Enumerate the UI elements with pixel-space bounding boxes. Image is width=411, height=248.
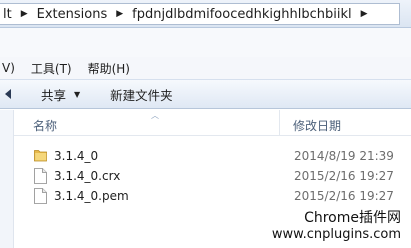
menu-tools[interactable]: 工具(T) <box>23 60 80 77</box>
breadcrumb[interactable]: lt ▶ Extensions ▶ fpdnjdlbdmifoocedhkigh… <box>0 3 400 25</box>
menu-help[interactable]: 帮助(H) <box>80 60 138 77</box>
list-item[interactable]: 3.1.4_0 2014/8/19 21:39 <box>14 146 411 166</box>
address-bar: lt ▶ Extensions ▶ fpdnjdlbdmifoocedhkigh… <box>0 0 411 28</box>
file-list: ︿ 名称 修改日期 3.1.4_0 2014/8/19 21:39 3.1.4_… <box>0 110 411 248</box>
share-label: 共享 <box>41 87 67 103</box>
folder-icon <box>34 148 47 165</box>
file-date-modified: 2014/8/19 21:39 <box>294 149 394 163</box>
column-header-name[interactable]: 名称 <box>33 117 57 134</box>
breadcrumb-item-current[interactable]: fpdnjdlbdmifoocedhkighhlbchbiikl <box>129 7 354 22</box>
file-date-modified: 2015/2/16 19:27 <box>294 189 394 203</box>
menu-view[interactable]: V) <box>0 61 23 75</box>
overflow-arrow-icon[interactable] <box>5 89 11 99</box>
file-date-modified: 2015/2/16 19:27 <box>294 169 394 183</box>
toolbar-gap <box>0 28 411 57</box>
column-divider[interactable] <box>279 110 280 136</box>
column-header-date-modified[interactable]: 修改日期 <box>293 117 341 134</box>
breadcrumb-separator-icon[interactable]: ▶ <box>355 9 374 19</box>
breadcrumb-separator-icon[interactable]: ▶ <box>110 9 129 19</box>
breadcrumb-item-parent[interactable]: lt <box>0 7 15 22</box>
new-folder-label: 新建文件夹 <box>110 87 173 103</box>
share-button[interactable]: 共享 ▼ <box>35 85 86 104</box>
navigation-pane-edge[interactable] <box>0 110 14 248</box>
watermark: Chrome插件网 www.cnplugins.com <box>272 207 401 242</box>
file-name: 3.1.4_0 <box>54 149 99 163</box>
file-icon <box>34 168 47 187</box>
watermark-url: www.cnplugins.com <box>271 227 401 242</box>
menu-bar: V) 工具(T) 帮助(H) <box>0 57 411 79</box>
watermark-title: Chrome插件网 <box>304 210 401 226</box>
file-name: 3.1.4_0.crx <box>54 169 121 183</box>
list-item[interactable]: 3.1.4_0.crx 2015/2/16 19:27 <box>14 166 411 186</box>
breadcrumb-separator-icon[interactable]: ▶ <box>15 9 34 19</box>
sort-up-icon: ︿ <box>151 111 159 120</box>
command-bar: 共享 ▼ 新建文件夹 <box>0 79 411 109</box>
new-folder-button[interactable]: 新建文件夹 <box>104 85 179 104</box>
list-item[interactable]: 3.1.4_0.pem 2015/2/16 19:27 <box>14 186 411 206</box>
file-name: 3.1.4_0.pem <box>54 189 129 203</box>
chevron-down-icon: ▼ <box>74 89 81 99</box>
column-header: ︿ 名称 修改日期 <box>14 110 411 136</box>
breadcrumb-item-extensions[interactable]: Extensions <box>34 7 111 22</box>
file-icon <box>34 188 47 207</box>
